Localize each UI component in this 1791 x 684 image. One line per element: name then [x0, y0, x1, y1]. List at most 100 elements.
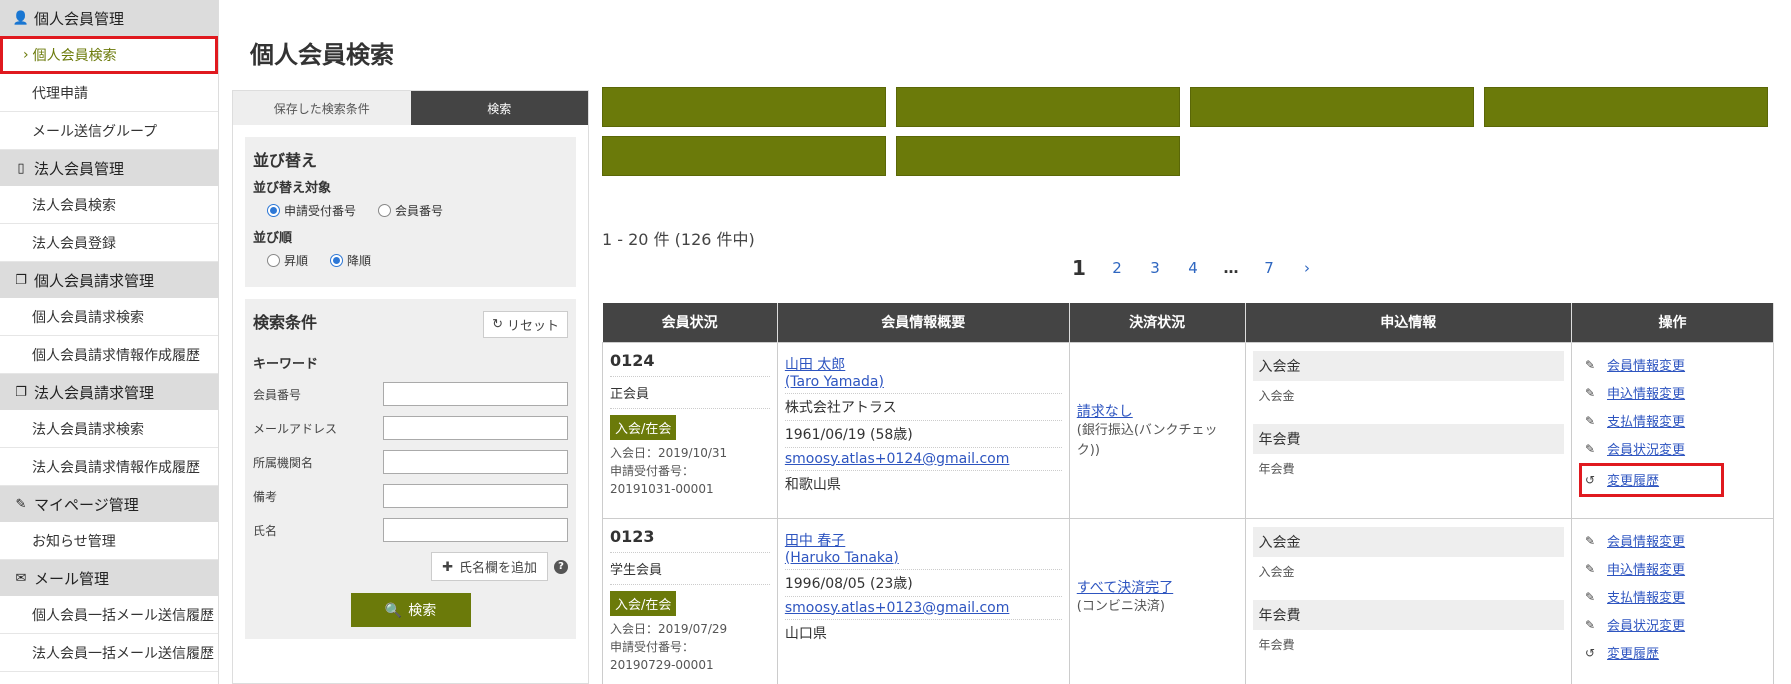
conditions-box: 検索条件 ↻ リセット キーワード 会員番号 メールアドレス 所属機関名 備考 氏… [245, 299, 576, 639]
op-change-history[interactable]: ↺ 変更履歴 [1579, 462, 1725, 497]
tab-saved-conditions[interactable]: 保存した検索条件 [233, 91, 411, 125]
radio-button[interactable] [378, 204, 392, 217]
op-change-history[interactable]: ↺ 変更履歴 [1579, 639, 1766, 667]
tab-search[interactable]: 検索 [410, 91, 588, 125]
apply-head: 年会費 [1252, 599, 1565, 630]
search-button[interactable]: 🔍 検索 [350, 593, 471, 627]
op-edit-application[interactable]: ✎ 申込情報変更 [1579, 555, 1766, 583]
sidebar-item-news[interactable]: お知らせ管理 [0, 522, 218, 560]
apply-value: 年会費 [1258, 461, 1295, 476]
sort-title: 並び替え [253, 151, 318, 170]
radio-button[interactable] [267, 254, 280, 267]
status-badge: 入会/在会 [610, 590, 677, 616]
sidebar-section-mypage[interactable]: ✎ マイページ管理 [0, 486, 218, 522]
action-button-4[interactable] [1484, 87, 1768, 127]
organization-input[interactable] [383, 450, 568, 474]
sidebar-section-individual[interactable]: 👤 個人会員管理 [0, 0, 218, 36]
conditions-title: 検索条件 [253, 313, 318, 332]
op-edit-application[interactable]: ✎ 申込情報変更 [1579, 379, 1766, 407]
sidebar-item-corporate-billing-search[interactable]: 法人会員請求検索 [0, 410, 218, 448]
note-input[interactable] [383, 484, 568, 508]
payment-status-link[interactable]: すべて決済完了 [1077, 580, 1173, 596]
sidebar-item-corporate-billing-history[interactable]: 法人会員請求情報作成履歴 [0, 448, 218, 486]
result-count: 1 - 20 件 (126 件中) [602, 230, 755, 249]
application-no: 20191031-00001 [610, 481, 714, 496]
op-edit-member[interactable]: ✎ 会員情報変更 [1579, 351, 1766, 379]
sidebar-item-corporate-search[interactable]: 法人会員検索 [0, 186, 218, 224]
pencil-icon: ✎ [1585, 589, 1596, 604]
sort-order-asc[interactable]: 昇順 [267, 252, 308, 269]
pencil-icon: ✎ [1585, 617, 1596, 632]
documents-icon: ❐ [15, 384, 27, 400]
sidebar-section-individual-billing[interactable]: ❐ 個人会員請求管理 [0, 262, 218, 298]
pencil-icon: ✎ [1585, 441, 1596, 456]
page-link-last[interactable]: 7 [1250, 259, 1288, 277]
pencil-icon: ✎ [15, 496, 27, 512]
sidebar-section-corporate-billing[interactable]: ❐ 法人会員請求管理 [0, 374, 218, 410]
sidebar-item-individual-billing-search[interactable]: 個人会員請求検索 [0, 298, 218, 336]
action-button-1[interactable] [602, 87, 886, 127]
sidebar-item-individual-search[interactable]: › 個人会員検索 [0, 36, 218, 74]
email-input[interactable] [383, 416, 568, 440]
email-link[interactable]: smoosy.atlas+0123@gmail.com [785, 600, 1010, 616]
radio-button[interactable] [267, 204, 280, 217]
action-button-2[interactable] [896, 87, 1180, 127]
pencil-icon: ✎ [1585, 413, 1596, 428]
reset-button[interactable]: ↻ リセット [483, 310, 568, 338]
sidebar-item-proxy-application[interactable]: 代理申請 [0, 74, 218, 112]
add-name-field-button[interactable]: ✚ 氏名欄を追加 [431, 552, 548, 581]
apply-head: 入会金 [1252, 526, 1565, 557]
op-edit-payment[interactable]: ✎ 支払情報変更 [1579, 583, 1766, 611]
sidebar-item-mail-group[interactable]: メール送信グループ [0, 112, 218, 150]
radio-button[interactable] [330, 254, 344, 267]
name-input[interactable] [383, 518, 568, 542]
table-row: 0124 正会員 入会/在会 入会日：2019/10/31 申請受付番号： 20… [602, 341, 1774, 519]
col-header-ops: 操作 [1571, 303, 1774, 342]
sort-target-member-no[interactable]: 会員番号 [378, 202, 443, 219]
apply-value: 入会金 [1258, 564, 1295, 579]
action-button-3[interactable] [1190, 87, 1474, 127]
member-type: 正会員 [610, 383, 770, 409]
member-no-input[interactable] [383, 382, 568, 406]
page-next[interactable]: › [1288, 259, 1326, 277]
sort-target-application-no[interactable]: 申請受付番号 [267, 202, 356, 219]
pencil-icon: ✎ [1585, 533, 1596, 548]
op-edit-member[interactable]: ✎ 会員情報変更 [1579, 527, 1766, 555]
sidebar-item-individual-bulk-mail[interactable]: 個人会員一括メール送信履歴 [0, 596, 218, 634]
building-icon: ▯ [17, 160, 25, 176]
page-link[interactable]: 4 [1174, 259, 1212, 277]
op-edit-status[interactable]: ✎ 会員状況変更 [1579, 611, 1766, 639]
sidebar-item-corporate-bulk-mail[interactable]: 法人会員一括メール送信履歴 [0, 634, 218, 672]
keyword-label: キーワード [253, 357, 319, 372]
member-name-en-link[interactable]: (Taro Yamada) [785, 374, 884, 390]
payment-status-link[interactable]: 請求なし [1077, 404, 1133, 420]
join-date: 入会日：2019/07/29 [610, 621, 728, 636]
prefecture: 山口県 [784, 625, 827, 642]
results-table: 会員状況 会員情報概要 決済状況 申込情報 操作 0124 正会員 入会/在会 … [602, 303, 1774, 684]
email-link[interactable]: smoosy.atlas+0124@gmail.com [785, 451, 1010, 467]
sort-order-desc[interactable]: 降順 [330, 252, 371, 269]
page-link[interactable]: 2 [1098, 259, 1136, 277]
member-name-en-link[interactable]: (Haruko Tanaka) [785, 550, 899, 566]
op-edit-status[interactable]: ✎ 会員状況変更 [1579, 435, 1766, 463]
member-no: 0123 [610, 527, 770, 553]
action-button-5[interactable] [602, 136, 886, 176]
application-no-label: 申請受付番号： [610, 463, 695, 478]
payment-method: (コンビニ決済) [1076, 598, 1165, 614]
pagination: 1 2 3 4 … 7 › [1060, 256, 1326, 280]
member-name-link[interactable]: 田中 春子 [785, 533, 845, 549]
sidebar-section-corporate[interactable]: ▯ 法人会員管理 [0, 150, 218, 186]
field-label-email: メールアドレス [253, 421, 338, 436]
page-link[interactable]: 3 [1136, 259, 1174, 277]
sidebar-item-individual-billing-history[interactable]: 個人会員請求情報作成履歴 [0, 336, 218, 374]
action-button-6[interactable] [896, 136, 1180, 176]
sidebar-item-corporate-register[interactable]: 法人会員登録 [0, 224, 218, 262]
sidebar-section-mail[interactable]: ✉ メール管理 [0, 560, 218, 596]
documents-icon: ❐ [15, 272, 27, 288]
sort-order-label: 並び順 [253, 231, 293, 246]
field-label-member-no: 会員番号 [253, 387, 302, 402]
member-name-link[interactable]: 山田 太郎 [785, 357, 845, 373]
help-icon[interactable]: ? [554, 559, 568, 574]
join-date: 入会日：2019/10/31 [610, 445, 728, 460]
op-edit-payment[interactable]: ✎ 支払情報変更 [1579, 407, 1766, 435]
